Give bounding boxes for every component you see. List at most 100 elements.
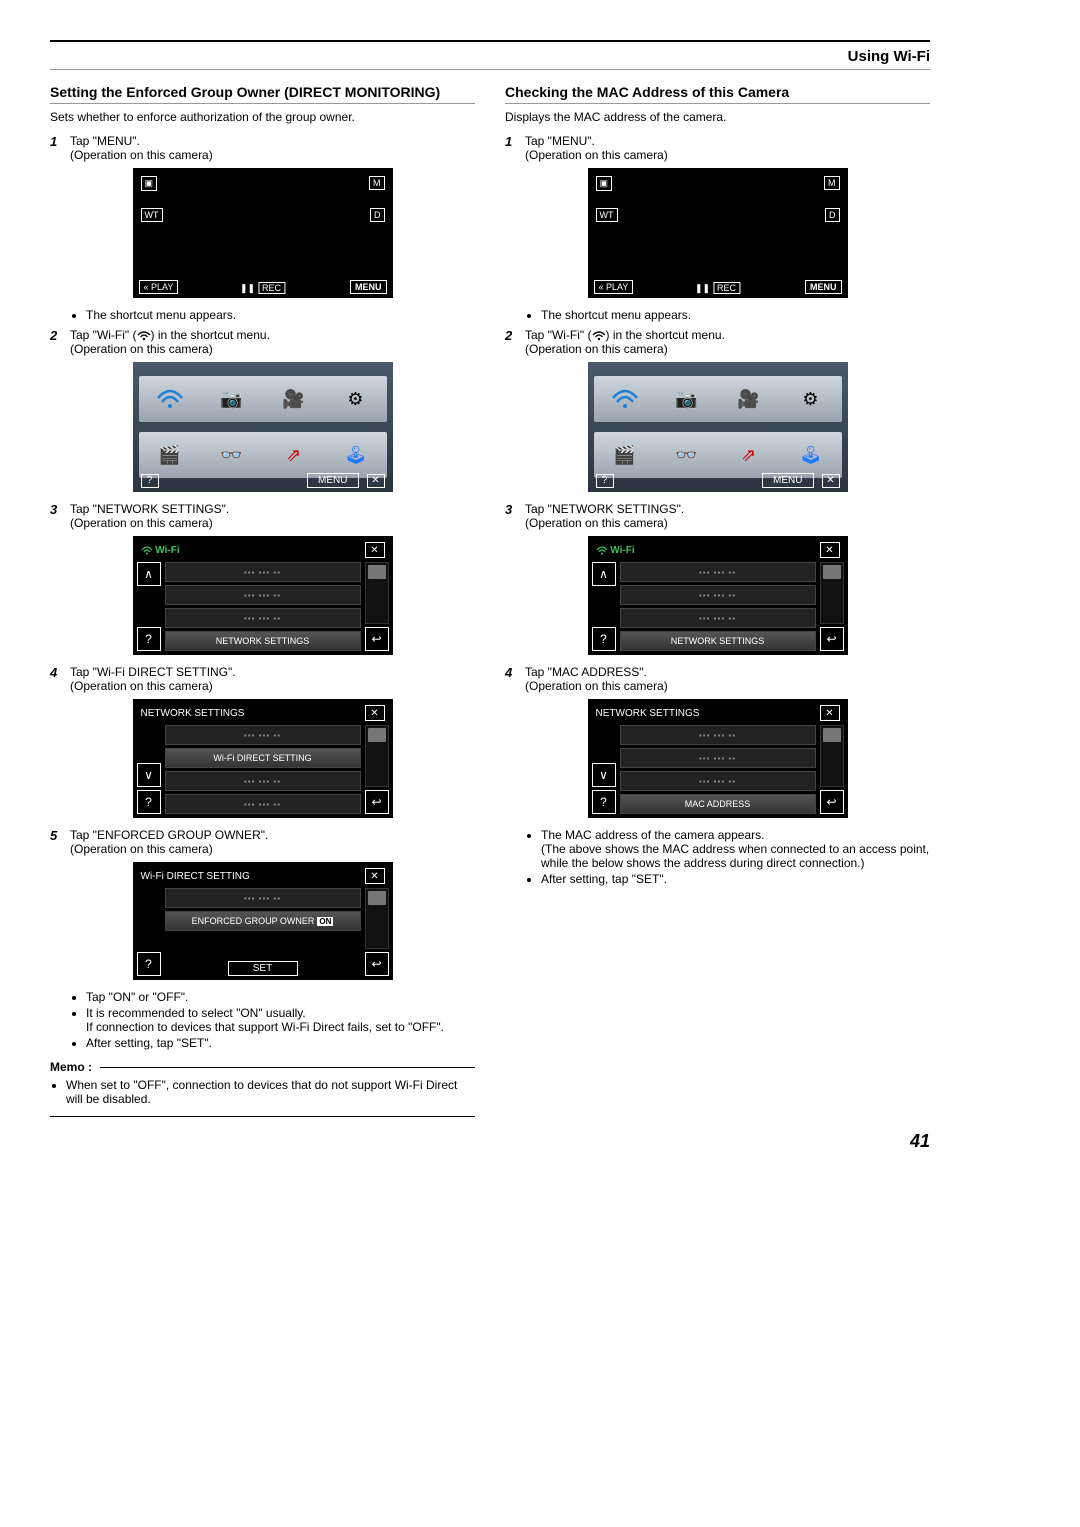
help-button[interactable]: ? bbox=[596, 474, 614, 488]
scrollbar[interactable] bbox=[365, 888, 389, 949]
step-num: 3 bbox=[50, 502, 70, 530]
list-item[interactable]: ▪▪▪ ▪▪▪ ▪▪ bbox=[620, 608, 816, 628]
scrollbar[interactable] bbox=[820, 562, 844, 624]
wifi-shortcut-icon[interactable] bbox=[150, 381, 190, 417]
step-4: 4 Tap "MAC ADDRESS". (Operation on this … bbox=[505, 665, 930, 693]
bullet: Tap "ON" or "OFF". bbox=[86, 990, 475, 1004]
rec-icon-topleft: ▣ bbox=[596, 176, 613, 191]
list-item[interactable]: ▪▪▪ ▪▪▪ ▪▪ bbox=[165, 608, 361, 628]
menu-button[interactable]: MENU bbox=[762, 473, 813, 488]
set-button[interactable]: SET bbox=[228, 961, 298, 976]
close-button[interactable]: ✕ bbox=[367, 474, 385, 488]
step-num: 2 bbox=[50, 328, 70, 356]
list-item[interactable]: ▪▪▪ ▪▪▪ ▪▪ bbox=[165, 888, 361, 908]
step-num: 4 bbox=[505, 665, 525, 693]
nav-down[interactable]: ∨ bbox=[137, 763, 161, 787]
shortcut-icon-2[interactable]: 📷 bbox=[212, 381, 252, 417]
back-button[interactable]: ↩ bbox=[365, 790, 389, 814]
memo-header: Memo : bbox=[50, 1060, 475, 1074]
list-item-wifi-direct-setting[interactable]: Wi-Fi DIRECT SETTING bbox=[165, 748, 361, 768]
nav-up[interactable]: ∧ bbox=[592, 562, 616, 586]
shortcut-icon-7[interactable]: ⇗ bbox=[729, 437, 769, 473]
help-button[interactable]: ? bbox=[137, 790, 161, 814]
step-text: Tap "Wi-Fi" ( bbox=[70, 328, 137, 342]
page-number: 41 bbox=[50, 1131, 930, 1152]
shortcut-icon-5[interactable]: 🎬 bbox=[605, 437, 645, 473]
figure-network-settings: NETWORK SETTINGS ✕ ∨ ? ▪▪▪ ▪▪▪ ▪▪ ▪▪▪ ▪▪… bbox=[588, 699, 848, 818]
shortcut-icon-6[interactable]: 👓 bbox=[667, 437, 707, 473]
left-column: Setting the Enforced Group Owner (DIRECT… bbox=[50, 84, 475, 1117]
list-item[interactable]: ▪▪▪ ▪▪▪ ▪▪ bbox=[165, 562, 361, 582]
help-button[interactable]: ? bbox=[592, 627, 616, 651]
help-button[interactable]: ? bbox=[592, 790, 616, 814]
shortcut-icon-4[interactable]: ⚙ bbox=[791, 381, 831, 417]
wifi-shortcut-icon[interactable] bbox=[605, 381, 645, 417]
wifi-icon bbox=[137, 331, 151, 341]
mode-d-icon: D bbox=[825, 208, 840, 222]
list-item-enforced-group-owner[interactable]: ENFORCED GROUP OWNERON bbox=[165, 911, 361, 931]
list-item-network-settings[interactable]: NETWORK SETTINGS bbox=[165, 631, 361, 651]
shortcut-icon-4[interactable]: ⚙ bbox=[336, 381, 376, 417]
left-title: Setting the Enforced Group Owner (DIRECT… bbox=[50, 84, 475, 104]
list-item[interactable]: ▪▪▪ ▪▪▪ ▪▪ bbox=[620, 771, 816, 791]
step-num: 5 bbox=[50, 828, 70, 856]
menu-button[interactable]: MENU bbox=[307, 473, 358, 488]
back-button[interactable]: ↩ bbox=[820, 790, 844, 814]
rec-indicator: REC bbox=[240, 282, 285, 294]
list-item[interactable]: ▪▪▪ ▪▪▪ ▪▪ bbox=[165, 794, 361, 814]
back-button[interactable]: ↩ bbox=[365, 952, 389, 976]
close-button[interactable]: ✕ bbox=[820, 705, 840, 721]
step-2: 2 Tap "Wi-Fi" () in the shortcut menu. (… bbox=[50, 328, 475, 356]
back-button[interactable]: ↩ bbox=[820, 627, 844, 651]
step-sub: (Operation on this camera) bbox=[525, 148, 668, 162]
shortcut-icon-2[interactable]: 📷 bbox=[667, 381, 707, 417]
step-text: Tap "ENFORCED GROUP OWNER". bbox=[70, 828, 268, 842]
list-item[interactable]: ▪▪▪ ▪▪▪ ▪▪ bbox=[165, 725, 361, 745]
right-title: Checking the MAC Address of this Camera bbox=[505, 84, 930, 104]
nav-down[interactable]: ∨ bbox=[592, 763, 616, 787]
menu-button[interactable]: MENU bbox=[805, 280, 842, 294]
list-item[interactable]: ▪▪▪ ▪▪▪ ▪▪ bbox=[620, 585, 816, 605]
page-section-title: Using Wi-Fi bbox=[50, 48, 930, 70]
shortcut-icon-8[interactable]: 🕹 bbox=[336, 437, 376, 473]
shortcut-icon-3[interactable]: 🎥 bbox=[274, 381, 314, 417]
play-button[interactable]: « PLAY bbox=[594, 280, 634, 294]
list-title: NETWORK SETTINGS bbox=[141, 708, 245, 719]
list-item[interactable]: ▪▪▪ ▪▪▪ ▪▪ bbox=[620, 725, 816, 745]
step-text: Tap "Wi-Fi" ( bbox=[525, 328, 592, 342]
close-button[interactable]: ✕ bbox=[822, 474, 840, 488]
help-button[interactable]: ? bbox=[137, 952, 161, 976]
help-button[interactable]: ? bbox=[141, 474, 159, 488]
help-button[interactable]: ? bbox=[137, 627, 161, 651]
scrollbar[interactable] bbox=[365, 562, 389, 624]
close-button[interactable]: ✕ bbox=[365, 542, 385, 558]
close-button[interactable]: ✕ bbox=[365, 868, 385, 884]
wt-icon: WT bbox=[141, 208, 163, 222]
list-item[interactable]: ▪▪▪ ▪▪▪ ▪▪ bbox=[620, 562, 816, 582]
scrollbar[interactable] bbox=[820, 725, 844, 787]
shortcut-icon-7[interactable]: ⇗ bbox=[274, 437, 314, 473]
list-item[interactable]: ▪▪▪ ▪▪▪ ▪▪ bbox=[165, 771, 361, 791]
shortcut-icon-8[interactable]: 🕹 bbox=[791, 437, 831, 473]
list-item-network-settings[interactable]: NETWORK SETTINGS bbox=[620, 631, 816, 651]
play-button[interactable]: « PLAY bbox=[139, 280, 179, 294]
list-title: Wi-Fi bbox=[610, 545, 634, 556]
list-item-mac-address[interactable]: MAC ADDRESS bbox=[620, 794, 816, 814]
list-item[interactable]: ▪▪▪ ▪▪▪ ▪▪ bbox=[620, 748, 816, 768]
scrollbar[interactable] bbox=[365, 725, 389, 787]
nav-up[interactable]: ∧ bbox=[137, 562, 161, 586]
list-title: NETWORK SETTINGS bbox=[596, 708, 700, 719]
step-text2: ) in the shortcut menu. bbox=[151, 328, 270, 342]
shortcut-icon-5[interactable]: 🎬 bbox=[150, 437, 190, 473]
back-button[interactable]: ↩ bbox=[365, 627, 389, 651]
shortcut-icon-3[interactable]: 🎥 bbox=[729, 381, 769, 417]
step-num: 1 bbox=[50, 134, 70, 162]
list-item[interactable]: ▪▪▪ ▪▪▪ ▪▪ bbox=[165, 585, 361, 605]
close-button[interactable]: ✕ bbox=[820, 542, 840, 558]
mode-m-icon: M bbox=[369, 176, 385, 190]
top-rule bbox=[50, 40, 930, 42]
close-button[interactable]: ✕ bbox=[365, 705, 385, 721]
step-sub: (Operation on this camera) bbox=[525, 516, 668, 530]
menu-button[interactable]: MENU bbox=[350, 280, 387, 294]
shortcut-icon-6[interactable]: 👓 bbox=[212, 437, 252, 473]
